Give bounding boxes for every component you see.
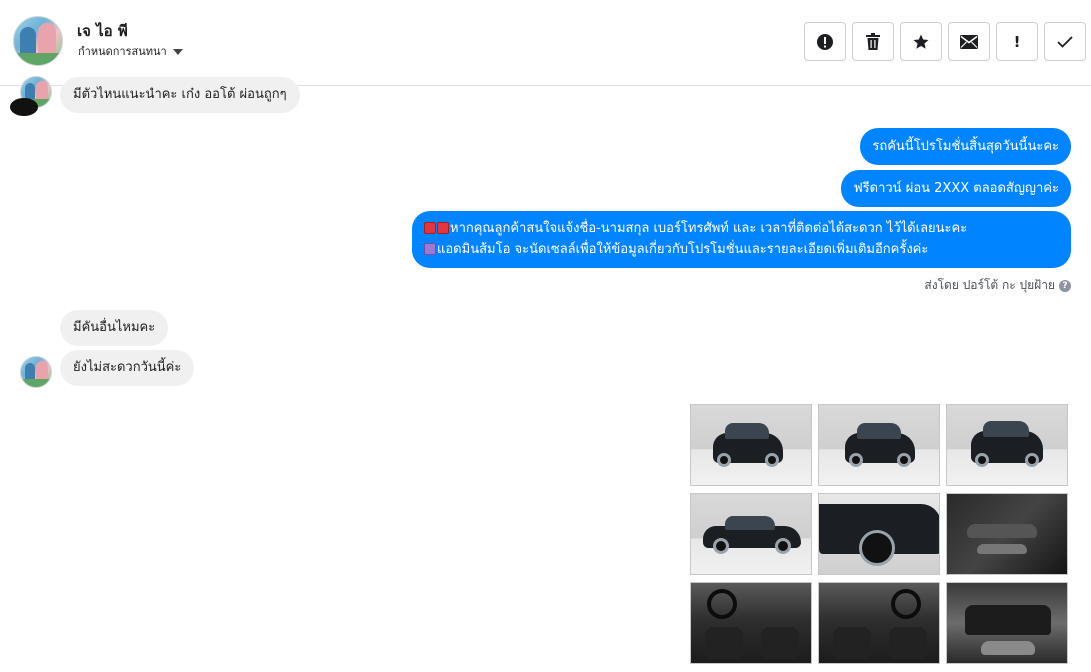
- schedule-label: กำหนดการสนทนา: [78, 45, 167, 58]
- car-photo-rear-left[interactable]: [818, 404, 940, 486]
- delete-button[interactable]: [852, 22, 894, 61]
- car-photo-rear-right[interactable]: [946, 404, 1068, 486]
- mark-done-button[interactable]: [1044, 22, 1086, 61]
- car-photo-wheel-closeup[interactable]: [818, 493, 940, 575]
- mark-unread-button[interactable]: [948, 22, 990, 61]
- message-outgoing-multiline[interactable]: หากคุณลูกค้าสนใจแจ้งชื่อ-นามสกุล เบอร์โท…: [412, 211, 1071, 268]
- envelope-icon: [960, 34, 978, 49]
- page-logo-badge: [10, 98, 38, 116]
- car-photo-cabin-1[interactable]: [690, 582, 812, 664]
- message-text: แอดมินส้มโอ จะนัดเซลล์เพื่อให้ข้อมูลเกี่…: [437, 242, 929, 257]
- help-icon[interactable]: ?: [1059, 279, 1071, 292]
- car-photo-front[interactable]: [690, 404, 812, 486]
- message-incoming[interactable]: มีคันอื่นไหมคะ: [60, 310, 169, 346]
- message-text: หากคุณลูกค้าสนใจแจ้งชื่อ-นามสกุล เบอร์โท…: [450, 221, 968, 236]
- conversation-header: เจ ไอ พี กำหนดการสนทนา !: [0, 0, 1091, 86]
- alert-circle-icon: [816, 33, 834, 51]
- people-emoji-icon: [424, 243, 436, 255]
- contact-avatar[interactable]: [13, 16, 63, 66]
- car-photo-door-interior[interactable]: [946, 493, 1068, 575]
- photo-attachment-grid: [690, 404, 1070, 664]
- check-icon: [1057, 35, 1073, 48]
- message-incoming[interactable]: ยังไม่สะดวกวันนี้ค่ะ: [60, 350, 195, 386]
- conversation-schedule-dropdown[interactable]: กำหนดการสนทนา: [78, 42, 183, 60]
- message-incoming[interactable]: มีตัวไหนแนะนำคะ เก๋ง ออโต้ ผ่อนถูกๆ: [60, 77, 300, 113]
- contact-name[interactable]: เจ ไอ พี: [77, 19, 128, 43]
- star-icon: [912, 33, 930, 51]
- telephone-emoji-icon: [437, 222, 449, 234]
- sent-by-label: ส่งโดย ปอร์โต้ กะ ปุยฝ้าย ?: [924, 276, 1071, 295]
- contact-avatar-small[interactable]: [20, 356, 52, 388]
- message-line: หากคุณลูกค้าสนใจแจ้งชื่อ-นามสกุล เบอร์โท…: [424, 218, 1059, 239]
- car-photo-engine-bay[interactable]: [946, 582, 1068, 664]
- message-outgoing[interactable]: รถคันนี้โปรโมชั่นสิ้นสุดวันนี้นะคะ: [860, 128, 1071, 165]
- car-photo-cabin-2[interactable]: [818, 582, 940, 664]
- message-outgoing[interactable]: ฟรีดาวน์ ผ่อน 2XXX ตลอดสัญญาค่ะ: [841, 170, 1071, 207]
- sent-by-text: ส่งโดย ปอร์โต้ กะ ปุยฝ้าย: [924, 278, 1055, 292]
- message-line: แอดมินส้มโอ จะนัดเซลล์เพื่อให้ข้อมูลเกี่…: [424, 239, 1059, 260]
- telephone-emoji-icon: [424, 222, 436, 234]
- header-actions: !: [804, 22, 1086, 61]
- exclamation-icon: !: [1013, 32, 1021, 51]
- car-photo-side[interactable]: [690, 493, 812, 575]
- trash-icon: [865, 33, 881, 50]
- star-button[interactable]: [900, 22, 942, 61]
- messenger-conversation: เจ ไอ พี กำหนดการสนทนา ! มีตัวไหนแนะนำคะ…: [0, 0, 1091, 672]
- report-button[interactable]: [804, 22, 846, 61]
- spam-button[interactable]: !: [996, 22, 1038, 61]
- caret-down-icon: [172, 48, 183, 55]
